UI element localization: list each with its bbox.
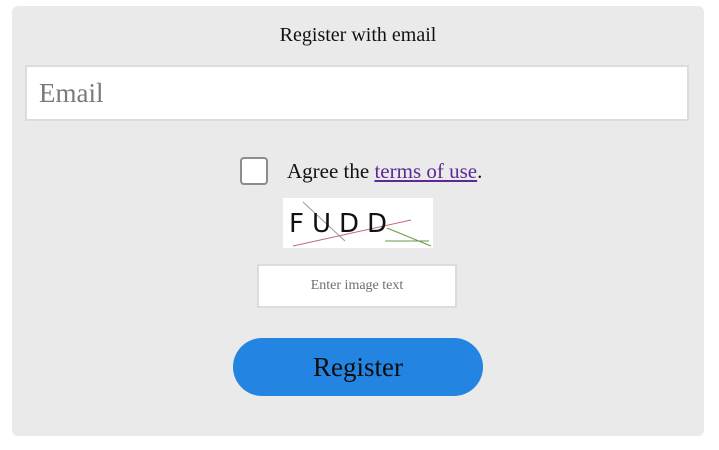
captcha-svg: FUDD: [289, 201, 432, 247]
agree-prefix-text: Agree the: [287, 158, 375, 183]
registration-panel: Register with email Agree the terms of u…: [12, 6, 704, 436]
agree-suffix-text: .: [477, 158, 483, 183]
form-title: Register with email: [279, 24, 437, 46]
email-field[interactable]: [25, 65, 689, 121]
terms-agreement-row: Agree the terms of use .: [240, 156, 482, 186]
terms-of-use-link[interactable]: terms of use: [374, 159, 477, 184]
captcha-input[interactable]: [257, 264, 457, 308]
captcha-text: FUDD: [289, 209, 395, 239]
terms-checkbox[interactable]: [240, 157, 268, 185]
register-button[interactable]: Register: [233, 338, 483, 396]
captcha-image: FUDD: [283, 198, 433, 248]
